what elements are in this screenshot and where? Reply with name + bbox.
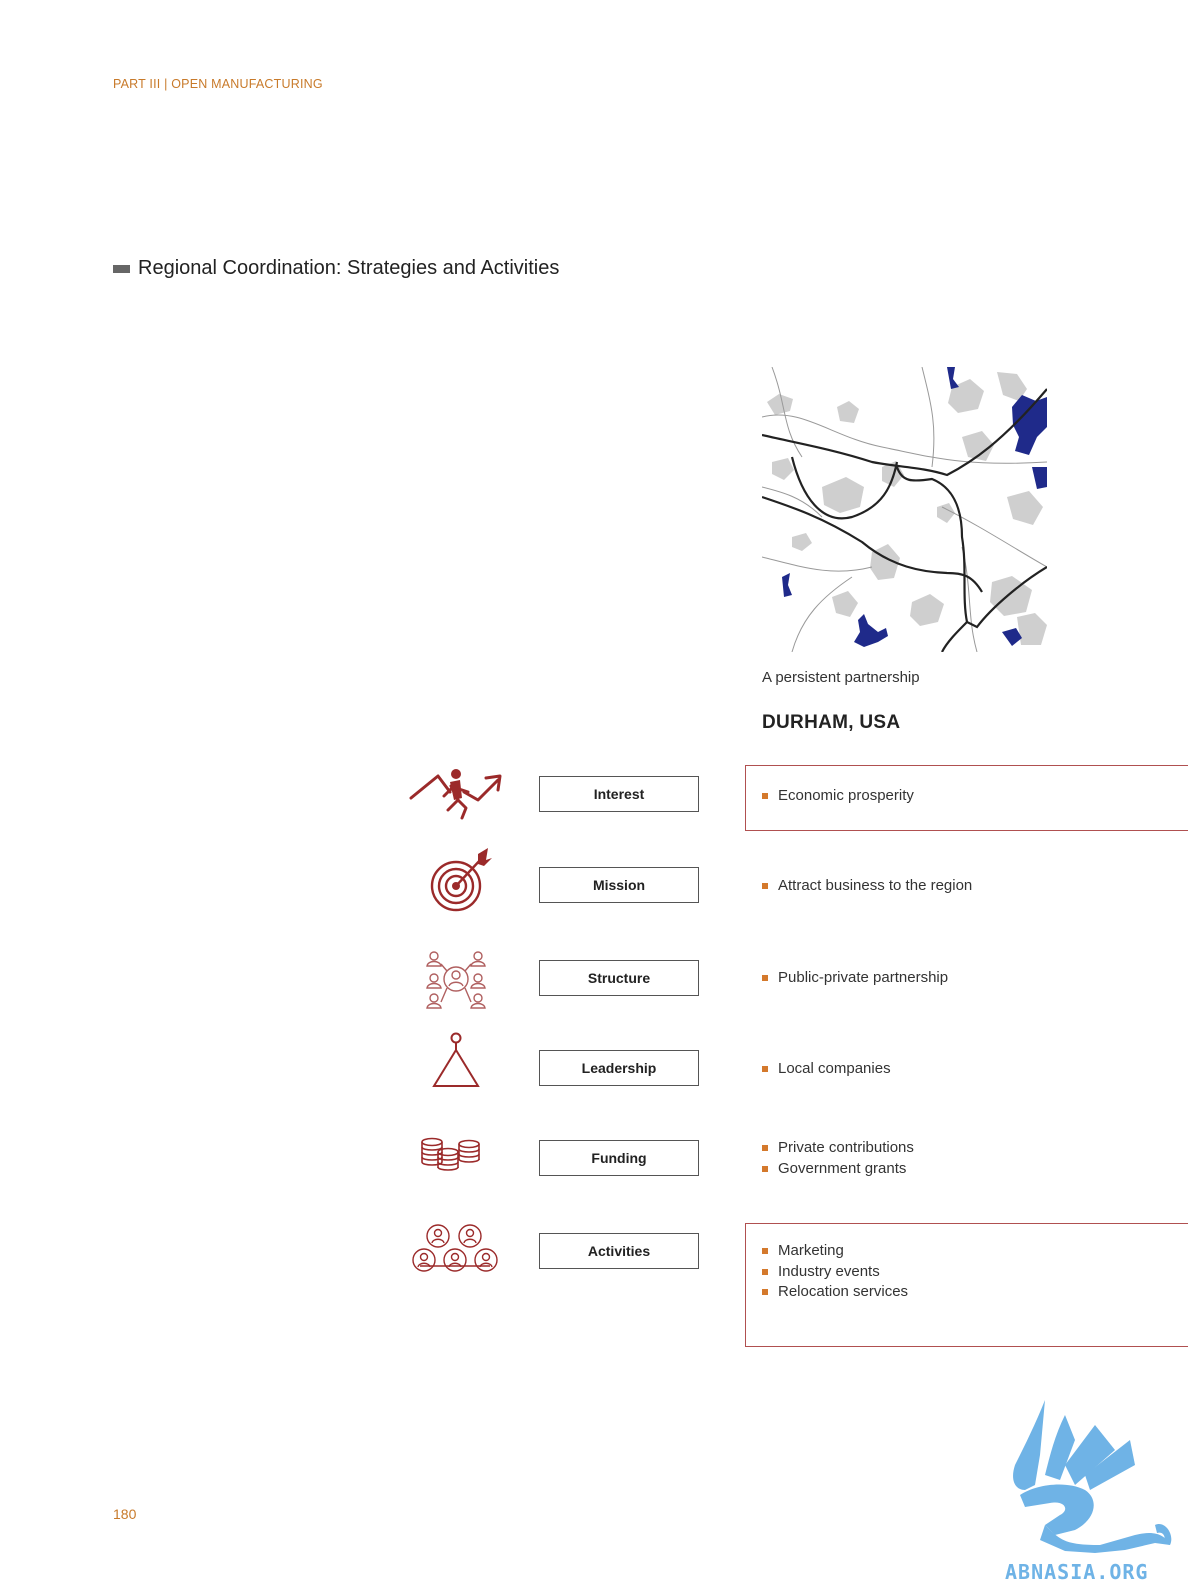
- list-item: Local companies: [762, 1059, 891, 1080]
- leadership-items: Local companies: [762, 1059, 891, 1080]
- list-item: Industry events: [762, 1262, 908, 1283]
- label-interest: Interest: [539, 776, 699, 812]
- label-structure: Structure: [539, 960, 699, 996]
- bullet-icon: [762, 1066, 768, 1073]
- map-caption: A persistent partnership: [762, 669, 920, 686]
- list-item: Private contributions: [762, 1138, 914, 1159]
- section-marker: [113, 264, 130, 273]
- bullet-icon: [762, 1165, 768, 1172]
- list-item: Relocation services: [762, 1282, 908, 1303]
- rising-graph-person-icon: [409, 769, 502, 820]
- bullet-icon: [762, 1268, 768, 1275]
- list-item: Attract business to the region: [762, 876, 972, 897]
- list-item: Public-private partnership: [762, 968, 948, 989]
- label-leadership: Leadership: [539, 1050, 699, 1086]
- bullet-icon: [762, 883, 768, 890]
- list-item: Government grants: [762, 1159, 914, 1180]
- target-arrow-icon: [430, 848, 492, 912]
- funding-items: Private contributions Government grants: [762, 1138, 914, 1179]
- label-mission: Mission: [539, 867, 699, 903]
- bullet-icon: [762, 975, 768, 982]
- watermark-logo: ABNASIA.ORG: [1005, 1400, 1172, 1584]
- list-item: Marketing: [762, 1241, 908, 1262]
- bullet-icon: [762, 1145, 768, 1152]
- bullet-icon: [762, 793, 768, 800]
- interest-items: Economic prosperity: [762, 786, 914, 807]
- bullet-icon: [762, 1289, 768, 1296]
- watermark-text: ABNASIA.ORG: [1005, 1560, 1148, 1584]
- section-heading: Regional Coordination: Strategies and Ac…: [113, 257, 559, 280]
- mission-items: Attract business to the region: [762, 876, 972, 897]
- label-funding: Funding: [539, 1140, 699, 1176]
- city-title: DURHAM, USA: [762, 712, 901, 733]
- list-item: Economic prosperity: [762, 786, 914, 807]
- durham-map: [762, 367, 1047, 652]
- page-number: 180: [113, 1506, 137, 1522]
- people-group-icon: [412, 1224, 498, 1272]
- structure-items: Public-private partnership: [762, 968, 948, 989]
- label-activities: Activities: [539, 1233, 699, 1269]
- pin-triangle-icon: [432, 1032, 480, 1087]
- section-title: Regional Coordination: Strategies and Ac…: [138, 257, 560, 279]
- activities-items: Marketing Industry events Relocation ser…: [762, 1241, 908, 1303]
- coin-stacks-icon: [421, 1137, 480, 1171]
- bullet-icon: [762, 1248, 768, 1255]
- network-people-icon: [426, 951, 486, 1009]
- part-label: PART III | OPEN MANUFACTURING: [113, 77, 323, 91]
